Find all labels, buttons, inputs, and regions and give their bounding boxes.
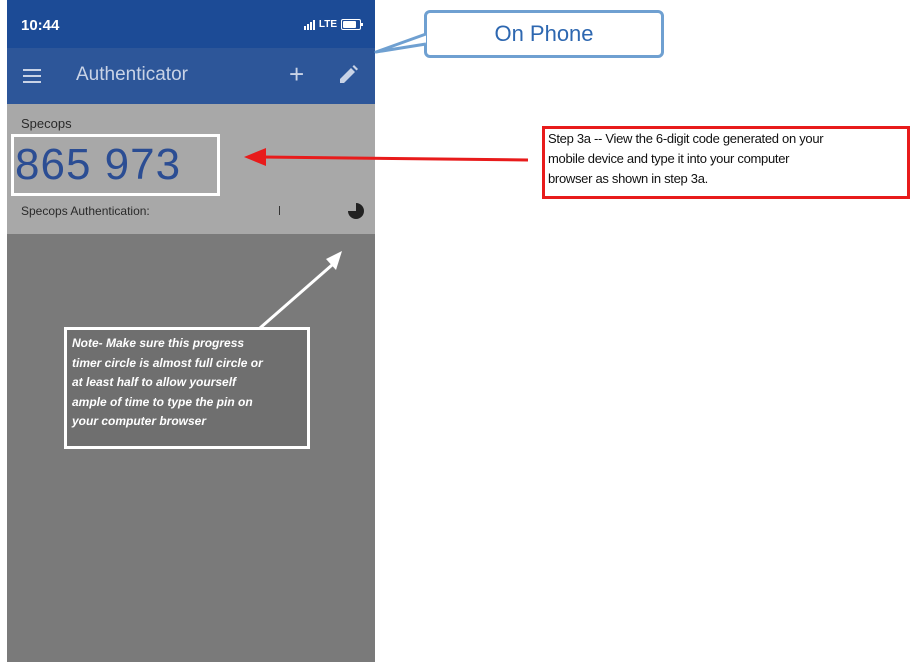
red-arrow xyxy=(244,148,529,166)
white-arrow xyxy=(259,251,342,330)
annotation-arrows xyxy=(244,148,529,330)
